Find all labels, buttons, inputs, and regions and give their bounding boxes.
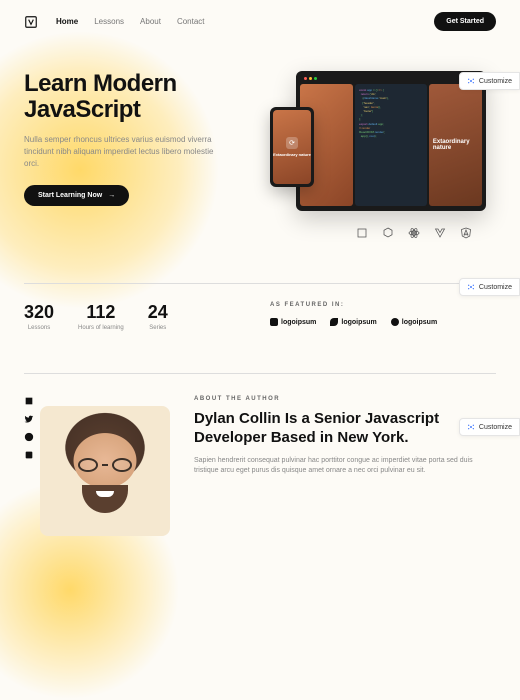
nav-lessons[interactable]: Lessons [94, 17, 124, 26]
social-links [24, 396, 34, 460]
stats-section: 320 Lessons 112 Hours of learning 24 Ser… [0, 284, 520, 349]
customize-button[interactable]: Customize [459, 72, 520, 90]
nav-links: Home Lessons About Contact [56, 17, 434, 26]
nav-about[interactable]: About [140, 17, 161, 26]
linkedin-icon[interactable] [24, 450, 34, 460]
hero-section: Learn ModernJavaScript Nulla semper rhon… [0, 43, 520, 259]
about-text: Sapien hendrerit consequat pulvinar hac … [194, 456, 496, 477]
logo-mark-icon [330, 318, 338, 326]
node-icon [382, 227, 394, 239]
device-mockups: const app = () => { return ('div', {clas… [266, 71, 486, 221]
author-photo [40, 406, 170, 536]
nav-contact[interactable]: Contact [177, 17, 205, 26]
nav-home[interactable]: Home [56, 17, 78, 26]
js-icon [356, 227, 368, 239]
customize-button[interactable]: Customize [459, 418, 520, 436]
tech-icon-row [266, 221, 496, 239]
traffic-light-green-icon [314, 77, 317, 80]
customize-icon [467, 283, 475, 291]
react-icon [408, 227, 420, 239]
featured-section: AS FEATURED IN: logoipsum logoipsum logo… [270, 302, 496, 326]
medium-icon[interactable] [24, 396, 34, 406]
start-learning-button[interactable]: Start Learning Now→ [24, 185, 129, 206]
laptop-mockup: const app = () => { return ('div', {clas… [296, 71, 486, 211]
logo-mark-icon [391, 318, 399, 326]
get-started-button[interactable]: Get Started [434, 12, 496, 31]
featured-logo: logoipsum [330, 318, 376, 326]
hero-title: Learn ModernJavaScript [24, 71, 254, 124]
vue-icon [434, 227, 446, 239]
top-nav: Home Lessons About Contact Get Started [0, 0, 520, 43]
customize-button[interactable]: Customize [459, 278, 520, 296]
about-section: ABOUT THE AUTHOR Dylan Collin Is a Senio… [0, 374, 520, 477]
traffic-light-yellow-icon [309, 77, 312, 80]
traffic-light-red-icon [304, 77, 307, 80]
twitter-icon[interactable] [24, 414, 34, 424]
refresh-icon: ⟳ [286, 137, 298, 149]
site-logo-icon [24, 15, 38, 29]
hero-subtitle: Nulla semper rhoncus ultrices varius eui… [24, 134, 214, 170]
facebook-icon[interactable] [24, 432, 34, 442]
about-title: Dylan Collin Is a Senior Javascript Deve… [194, 410, 496, 448]
stat-hours: 112 Hours of learning [78, 302, 124, 331]
customize-icon [467, 423, 475, 431]
phone-mockup: ⟳ Extaordinary nature [270, 107, 314, 187]
featured-logo: logoipsum [270, 318, 316, 326]
featured-logo: logoipsum [391, 318, 437, 326]
stat-series: 24 Series [148, 302, 168, 331]
featured-title: AS FEATURED IN: [270, 302, 496, 308]
logo-mark-icon [270, 318, 278, 326]
stat-lessons: 320 Lessons [24, 302, 54, 331]
laptop-pane-code: const app = () => { return ('div', {clas… [355, 84, 427, 206]
customize-icon [467, 77, 475, 85]
angular-icon [460, 227, 472, 239]
about-label: ABOUT THE AUTHOR [194, 396, 496, 402]
laptop-pane-image-right: Extaordinary nature [429, 84, 482, 206]
arrow-right-icon: → [108, 192, 115, 199]
